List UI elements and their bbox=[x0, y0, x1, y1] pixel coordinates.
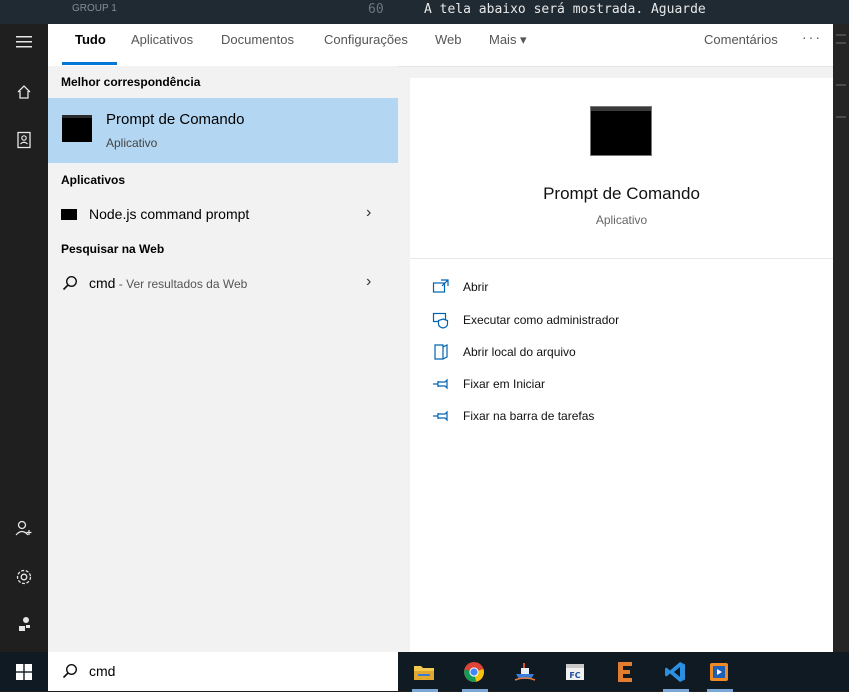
vscode-icon[interactable] bbox=[657, 657, 693, 692]
tab-documentos[interactable]: Documentos bbox=[221, 32, 294, 47]
file-explorer-icon[interactable] bbox=[406, 657, 442, 692]
console-icon bbox=[61, 209, 77, 220]
apps-heading: Aplicativos bbox=[61, 173, 126, 187]
windows-start-icon[interactable] bbox=[0, 652, 48, 691]
search-results-panel: Tudo Aplicativos Documentos Configuraçõe… bbox=[48, 24, 833, 652]
action-label: Fixar em Iniciar bbox=[463, 377, 546, 391]
action-label: Abrir local do arquivo bbox=[463, 345, 576, 359]
chevron-right-icon[interactable]: › bbox=[366, 273, 371, 291]
chrome-icon[interactable] bbox=[456, 657, 492, 692]
best-match-title: Prompt de Comando bbox=[106, 111, 245, 128]
web-search-suffix: - Ver resultados da Web bbox=[115, 277, 248, 291]
home-icon[interactable] bbox=[12, 80, 36, 104]
results-list: Melhor correspondência Prompt de Comando… bbox=[48, 66, 398, 652]
action-pin-to-taskbar[interactable]: Fixar na barra de tarefas bbox=[432, 405, 812, 429]
action-label: Executar como administrador bbox=[463, 313, 620, 327]
search-icon bbox=[62, 275, 78, 296]
e-app-icon[interactable] bbox=[607, 657, 643, 687]
open-icon bbox=[432, 279, 449, 293]
best-match-heading: Melhor correspondência bbox=[61, 75, 201, 89]
search-filter-tabs: Tudo Aplicativos Documentos Configuraçõe… bbox=[48, 24, 833, 67]
action-run-as-admin[interactable]: Executar como administrador bbox=[432, 309, 812, 333]
active-tab-indicator bbox=[62, 62, 117, 65]
action-label: Fixar na barra de tarefas bbox=[463, 409, 595, 423]
list-item-label: Node.js command prompt bbox=[89, 206, 250, 222]
action-open[interactable]: Abrir bbox=[432, 276, 812, 300]
svg-text:FC: FC bbox=[569, 671, 580, 680]
editor-group-label: GROUP 1 bbox=[72, 3, 117, 14]
detail-title: Prompt de Comando bbox=[543, 184, 700, 203]
taskbar-search-box[interactable]: cmd bbox=[48, 652, 398, 691]
chevron-right-icon[interactable]: › bbox=[366, 204, 371, 222]
web-search-label: cmd - Ver resultados da Web bbox=[89, 275, 247, 291]
media-app-icon[interactable] bbox=[701, 657, 737, 692]
start-left-rail bbox=[0, 24, 48, 652]
detail-divider bbox=[410, 258, 833, 259]
feedback-link[interactable]: Comentários bbox=[704, 32, 778, 47]
notebook-icon[interactable] bbox=[12, 128, 36, 152]
feedback-hub-icon[interactable] bbox=[12, 612, 36, 636]
tab-mais-dropdown[interactable]: Mais ▾ bbox=[489, 32, 527, 48]
background-editor: GROUP 1 60 A tela abaixo será mostrada. … bbox=[0, 0, 849, 24]
settings-gear-icon[interactable] bbox=[12, 565, 36, 589]
pin-icon bbox=[433, 378, 448, 390]
action-pin-to-start[interactable]: Fixar em Iniciar bbox=[432, 373, 812, 397]
best-match-subtitle: Aplicativo bbox=[106, 136, 158, 150]
hamburger-menu-icon[interactable] bbox=[12, 30, 36, 54]
action-label: Abrir bbox=[463, 280, 489, 294]
more-options-button[interactable]: ··· bbox=[802, 29, 822, 45]
best-match-item[interactable]: Prompt de Comando Aplicativo bbox=[48, 98, 398, 163]
web-search-heading: Pesquisar na Web bbox=[61, 242, 165, 256]
folder-location-icon bbox=[434, 344, 448, 360]
web-search-query: cmd bbox=[89, 275, 116, 291]
tab-configuracoes[interactable]: Configurações bbox=[324, 32, 408, 47]
pin-icon bbox=[433, 410, 448, 422]
fc-app-icon[interactable]: FC bbox=[557, 657, 593, 687]
tab-aplicativos[interactable]: Aplicativos bbox=[131, 32, 193, 47]
taskbar: cmd FC bbox=[0, 652, 849, 692]
detail-subtitle: Aplicativo bbox=[595, 213, 648, 227]
search-input[interactable]: cmd bbox=[89, 663, 115, 679]
command-prompt-icon bbox=[62, 115, 92, 142]
web-search-item[interactable]: cmd - Ver resultados da Web › bbox=[48, 269, 398, 299]
tab-web[interactable]: Web bbox=[435, 32, 462, 47]
editor-minimap bbox=[833, 24, 849, 652]
detail-pane: Prompt de Comando Aplicativo Abrir Execu… bbox=[410, 78, 833, 652]
account-icon[interactable] bbox=[12, 516, 36, 540]
tab-tudo[interactable]: Tudo bbox=[75, 32, 106, 47]
list-item-nodejs-prompt[interactable]: Node.js command prompt › bbox=[48, 200, 398, 230]
search-icon bbox=[62, 663, 78, 684]
action-open-file-location[interactable]: Abrir local do arquivo bbox=[432, 341, 812, 365]
shield-run-icon bbox=[432, 312, 449, 329]
editor-code-line: A tela abaixo será mostrada. Aguarde bbox=[424, 2, 706, 17]
editor-line-number: 60 bbox=[368, 2, 384, 17]
command-prompt-large-icon bbox=[590, 106, 652, 156]
ship-app-icon[interactable] bbox=[507, 657, 543, 687]
